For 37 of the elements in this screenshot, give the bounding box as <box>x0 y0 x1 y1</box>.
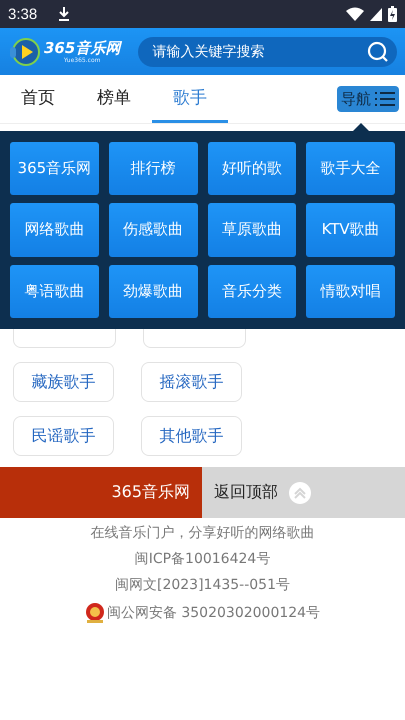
back-to-top-button[interactable]: 返回顶部 <box>202 467 405 518</box>
nav-menu-item[interactable]: 粤语歌曲 <box>10 264 99 318</box>
signal-icon <box>370 8 382 20</box>
search-icon[interactable] <box>367 40 389 62</box>
nav-menu-item[interactable]: 情歌对唱 <box>306 264 395 318</box>
singer-button[interactable]: 其他歌手 <box>141 416 242 456</box>
footer-text: 闽ICP备10016424号 <box>134 550 270 568</box>
download-icon <box>57 6 72 22</box>
nav-menu-item[interactable]: 歌手大全 <box>306 142 395 196</box>
battery-icon <box>388 6 397 22</box>
logo-text: 365音乐网 <box>44 40 120 56</box>
footer-text: 在线音乐门户，分享好听的网络歌曲 <box>90 524 314 542</box>
emblem-icon <box>84 602 105 624</box>
nav-menu-item[interactable]: KTV歌曲 <box>306 203 395 257</box>
nav-menu-item[interactable]: 网络歌曲 <box>10 203 99 257</box>
site-name-bar: 365音乐网 <box>0 467 202 518</box>
singer-button[interactable]: 藏族歌手 <box>13 362 114 402</box>
nav-menu-item[interactable]: 365音乐网 <box>10 142 99 196</box>
nav-tab[interactable]: 歌手 <box>152 75 228 123</box>
search-field[interactable]: 请输入关键字搜索 <box>138 36 397 66</box>
singer-button[interactable]: 民谣歌手 <box>13 416 114 456</box>
singer-button[interactable]: 摇滚歌手 <box>141 362 242 402</box>
nav-tab[interactable]: 首页 <box>0 75 76 123</box>
play-disc-icon <box>8 36 42 66</box>
footer-text: 闽公网安备 35020302000124号 <box>106 604 320 622</box>
wifi-icon <box>346 7 364 21</box>
menu-icon <box>375 90 395 108</box>
nav-menu-item[interactable]: 劲爆歌曲 <box>108 264 198 318</box>
status-time: 3:38 <box>8 6 38 22</box>
nav-menu-item[interactable]: 草原歌曲 <box>208 203 296 257</box>
nav-menu-item[interactable]: 音乐分类 <box>208 264 296 318</box>
nav-tab[interactable]: 榜单 <box>76 75 152 123</box>
nav-menu-button[interactable]: 导航 <box>337 86 399 112</box>
nav-menu-item[interactable]: 伤感歌曲 <box>108 203 198 257</box>
nav-menu-item[interactable]: 好听的歌 <box>208 142 296 196</box>
nav-menu-item[interactable]: 排行榜 <box>108 142 198 196</box>
footer-text: 闽网文[2023]1435--051号 <box>114 576 290 594</box>
